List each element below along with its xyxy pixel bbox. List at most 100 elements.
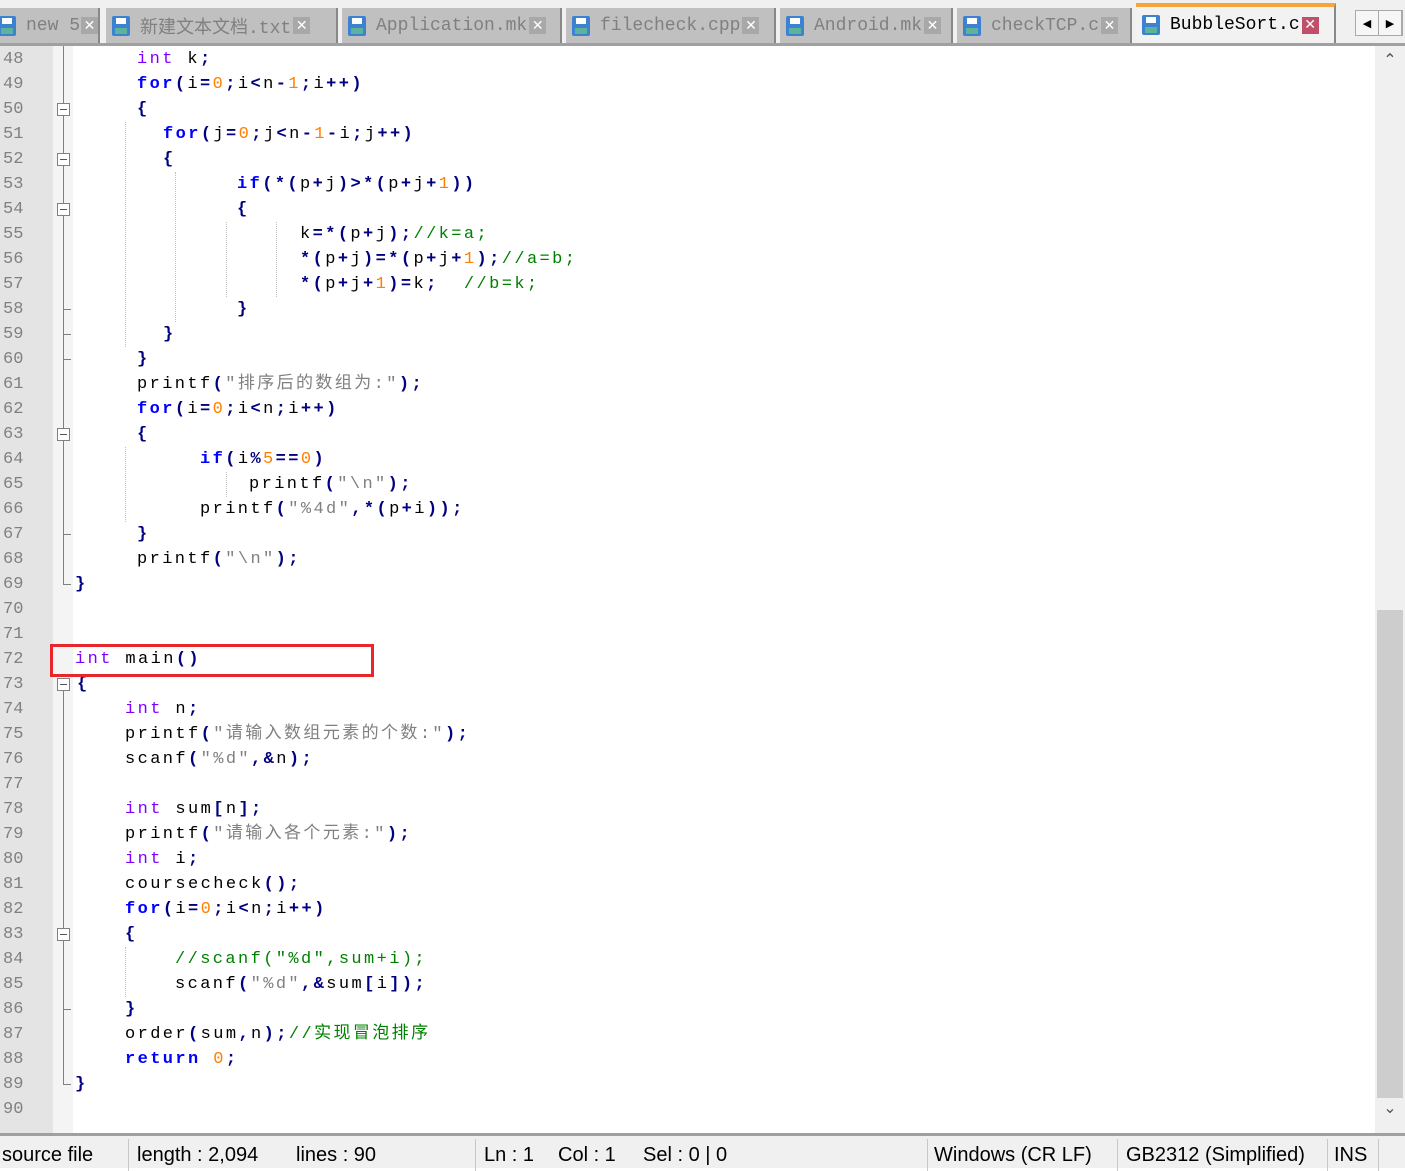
close-tab-icon[interactable]: ✕ (529, 17, 547, 34)
code-line[interactable]: //scanf("%d",sum+i); (175, 947, 427, 972)
code-line[interactable]: for(i=0;i<n;i++) (125, 897, 327, 922)
code-token: n (251, 1025, 264, 1044)
code-line[interactable]: k=*(p+j);//k=a; (300, 222, 489, 247)
fold-line (63, 309, 71, 310)
code-token: j (213, 125, 227, 144)
code-line[interactable]: } (137, 522, 150, 547)
scroll-down-icon[interactable]: ⌄ (1375, 1098, 1405, 1117)
close-tab-icon[interactable]: ✕ (1301, 16, 1319, 34)
code-line[interactable]: printf("请输入各个元素:"); (125, 822, 412, 847)
code-line[interactable]: if(i%5==0) (200, 447, 326, 472)
tab-1[interactable]: 新建文本文档.txt ✕ (106, 8, 338, 43)
close-tab-icon[interactable]: ✕ (924, 17, 942, 34)
save-disk-icon (0, 15, 16, 36)
code-line[interactable]: *(p+j)=*(p+j+1);//a=b; (300, 247, 577, 272)
code-token: ; (225, 1050, 239, 1069)
code-line[interactable]: int n; (125, 697, 201, 722)
close-tab-icon[interactable]: ✕ (81, 17, 98, 34)
code-token: ]); (389, 975, 428, 994)
code-line[interactable]: } (75, 572, 88, 597)
indent-guide (175, 172, 176, 322)
code-token: = (200, 400, 213, 419)
code-line[interactable]: order(sum,n);//实现冒泡排序 (125, 1022, 430, 1047)
code-token: //k=a; (413, 225, 490, 244)
code-line[interactable]: if(*(p+j)>*(p+j+1)) (237, 172, 477, 197)
fold-toggle-icon[interactable] (57, 153, 70, 166)
tab-2[interactable]: Application.mk ✕ (342, 8, 562, 43)
close-tab-icon[interactable]: ✕ (293, 17, 311, 34)
code-token: for (137, 75, 175, 94)
close-tab-icon[interactable]: ✕ (1101, 17, 1119, 34)
fold-toggle-icon[interactable] (57, 203, 70, 216)
save-disk-icon (786, 15, 804, 36)
code-line[interactable]: { (237, 197, 250, 222)
code-line[interactable]: printf("请输入数组元素的个数:"); (125, 722, 470, 747)
tab-6[interactable]: BubbleSort.c ✕ (1136, 3, 1336, 43)
code-line[interactable]: } (125, 997, 138, 1022)
code-line[interactable]: printf("排序后的数组为:"); (137, 372, 424, 397)
code-token: ; (225, 75, 238, 94)
code-line[interactable]: coursecheck(); (125, 872, 301, 897)
code-token: ( (212, 550, 226, 569)
indent-guide (226, 222, 227, 297)
code-token: sum (326, 975, 365, 994)
code-line[interactable]: *(p+j+1)=k; //b=k; (300, 272, 540, 297)
code-line[interactable]: { (137, 422, 150, 447)
tab-label: 新建文本文档.txt (140, 18, 292, 39)
code-line[interactable]: { (163, 147, 176, 172)
code-line[interactable]: for(i=0;i<n-1;i++) (137, 72, 364, 97)
code-line[interactable]: scanf("%d",&n); (125, 747, 314, 772)
line-number: 57 (3, 275, 24, 294)
scroll-up-icon[interactable]: ⌃ (1375, 50, 1405, 69)
code-token: j (350, 275, 364, 294)
code-token: for (125, 900, 163, 919)
code-line[interactable]: { (125, 922, 138, 947)
scrollbar-thumb[interactable] (1377, 610, 1403, 1098)
fold-toggle-icon[interactable] (57, 103, 70, 116)
code-line[interactable]: int sum[n]; (125, 797, 264, 822)
tab-prev-button[interactable]: ◀ (1356, 11, 1379, 35)
tab-next-button[interactable]: ▶ (1379, 11, 1402, 35)
code-line[interactable]: return 0; (125, 1047, 238, 1072)
code-line[interactable]: int k; (137, 47, 213, 72)
code-token: = (226, 125, 239, 144)
code-line[interactable]: printf("%4d",*(p+i)); (200, 497, 465, 522)
line-number: 89 (3, 1075, 24, 1094)
code-line[interactable]: for(i=0;i<n;i++) (137, 397, 339, 422)
code-token: p (413, 250, 427, 269)
tab-3[interactable]: filecheck.cpp ✕ (566, 8, 776, 43)
code-line[interactable]: scanf("%d",&sum[i]); (175, 972, 427, 997)
code-line[interactable]: } (237, 297, 250, 322)
code-token: 5 (263, 450, 276, 469)
code-token: ( (200, 125, 214, 144)
code-line[interactable]: } (137, 347, 150, 372)
code-line[interactable]: printf("\n"); (137, 547, 301, 572)
fold-toggle-icon[interactable] (57, 678, 70, 691)
code-token: int (137, 50, 175, 69)
line-number: 58 (3, 300, 24, 319)
code-token: , (238, 1025, 252, 1044)
code-token: 0 (212, 75, 226, 94)
tab-5[interactable]: checkTCP.c ✕ (957, 8, 1132, 43)
code-token: - (301, 125, 315, 144)
code-token: return (125, 1050, 201, 1069)
code-line[interactable]: } (75, 1072, 88, 1097)
code-line[interactable]: { (137, 97, 150, 122)
line-number: 83 (3, 925, 24, 944)
code-line[interactable]: printf("\n"); (249, 472, 413, 497)
code-line[interactable]: } (163, 322, 176, 347)
tab-0[interactable]: new 5 ✕ (0, 8, 100, 43)
code-token: j (350, 250, 364, 269)
status-lines: lines : 90 (296, 1144, 377, 1166)
code-token: ++) (288, 900, 327, 919)
code-line[interactable]: for(j=0;j<n-1-i;j++) (163, 122, 415, 147)
code-token: } (137, 525, 150, 544)
close-tab-icon[interactable]: ✕ (742, 17, 760, 34)
code-line[interactable]: int i; (125, 847, 201, 872)
fold-toggle-icon[interactable] (57, 928, 70, 941)
fold-toggle-icon[interactable] (57, 428, 70, 441)
indent-guide (125, 122, 126, 347)
tab-4[interactable]: Android.mk ✕ (780, 8, 953, 43)
code-token: for (137, 400, 175, 419)
